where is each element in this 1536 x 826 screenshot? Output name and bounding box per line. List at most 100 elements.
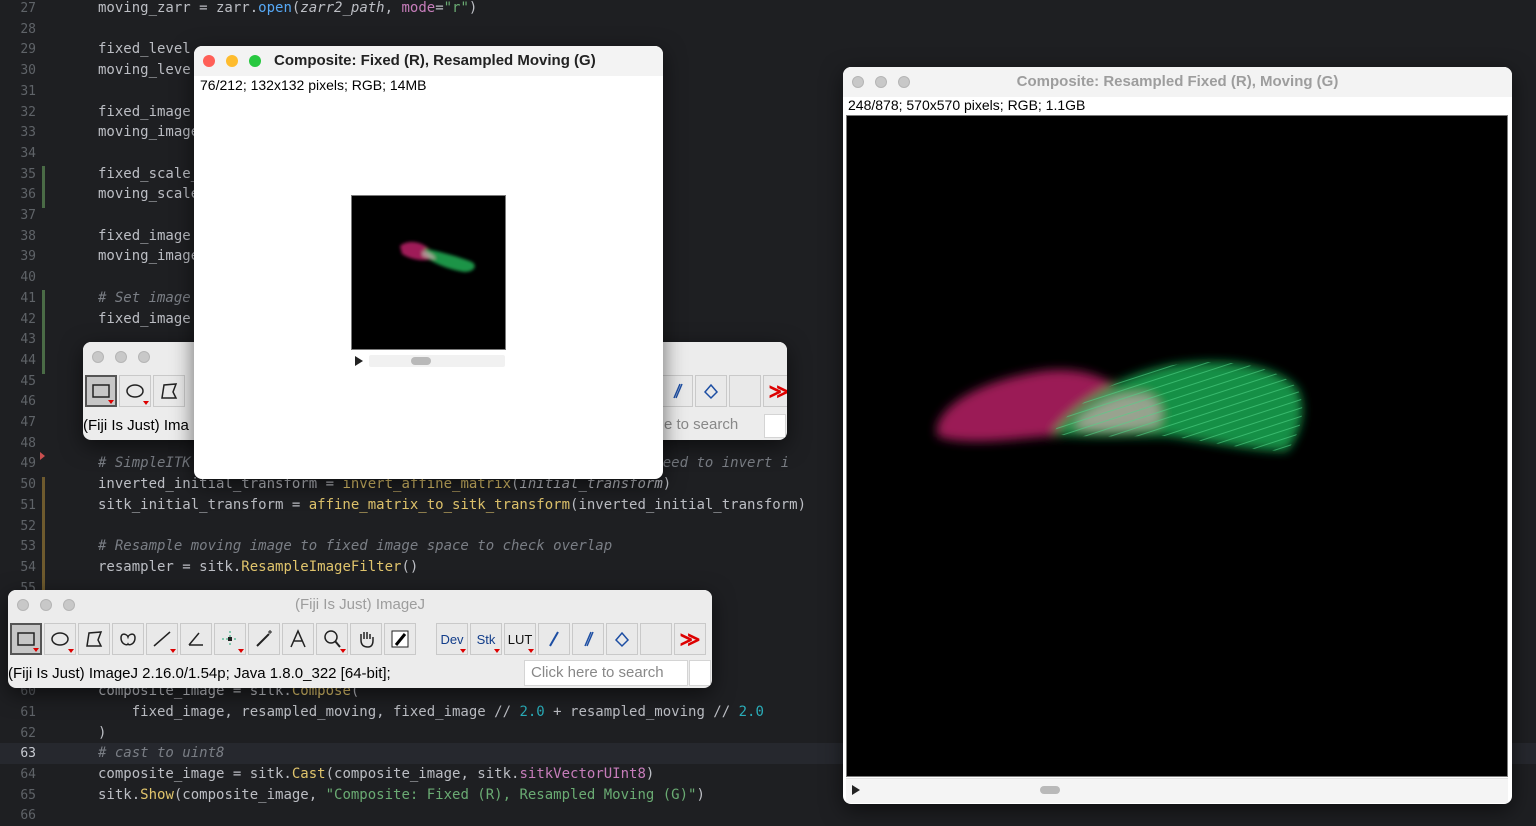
fill-tool[interactable] (695, 375, 727, 407)
code-text: ) (98, 724, 107, 741)
code-text: fixed_scale_ (98, 165, 200, 182)
window-titlebar[interactable]: Composite: Resampled Fixed (R), Moving (… (843, 67, 1512, 97)
stack-scrollbar[interactable] (351, 352, 506, 370)
scrollbar-track[interactable] (369, 355, 505, 367)
line-number: 63 (20, 746, 36, 762)
line-number: 54 (20, 559, 36, 575)
line-number: 34 (20, 145, 36, 161)
image-info: 248/878; 570x570 pixels; RGB; 1.1GB (848, 97, 1086, 113)
line-number: 61 (20, 704, 36, 720)
code-text: fixed_image (98, 227, 191, 244)
composite-large-window[interactable]: Composite: Resampled Fixed (R), Moving (… (843, 67, 1512, 804)
color-picker-tool[interactable] (384, 623, 416, 655)
play-icon[interactable] (355, 356, 363, 366)
code-text: # Set image (98, 289, 191, 306)
window-titlebar[interactable]: (Fiji Is Just) ImageJ (8, 590, 712, 620)
line-number: 27 (20, 1, 36, 16)
line-number: 28 (20, 21, 36, 37)
oval-tool[interactable] (119, 375, 151, 407)
line-number: 64 (20, 766, 36, 782)
point-tool[interactable] (214, 623, 246, 655)
window-titlebar[interactable]: Composite: Fixed (R), Resampled Moving (… (194, 46, 663, 76)
stk-menu-button[interactable]: Stk (470, 623, 502, 655)
zoom-button[interactable] (138, 351, 150, 363)
close-button[interactable] (203, 55, 215, 67)
pencil-tool[interactable] (538, 623, 570, 655)
code-line[interactable]: 27 moving_zarr = zarr.open(zarr2_path, mo… (0, 0, 1536, 19)
image-canvas[interactable] (351, 195, 506, 350)
code-text: sitk.Show(composite_image, "Composite: F… (98, 786, 705, 803)
close-button[interactable] (92, 351, 104, 363)
code-text: fixed_image (98, 103, 191, 120)
text-tool[interactable] (282, 623, 314, 655)
magnifier-icon[interactable] (316, 623, 348, 655)
empty-tool-slot[interactable] (640, 623, 672, 655)
brush-tool[interactable] (572, 623, 604, 655)
oval-tool[interactable] (44, 623, 76, 655)
line-number: 37 (20, 208, 36, 223)
image-canvas[interactable] (846, 115, 1508, 777)
hand-icon[interactable] (350, 623, 382, 655)
change-marker (42, 166, 45, 208)
code-text: # cast to uint8 (98, 745, 225, 762)
line-number: 39 (20, 249, 36, 265)
play-icon[interactable] (852, 785, 860, 795)
line-number: 45 (20, 373, 36, 389)
polygon-tool[interactable] (153, 375, 185, 407)
change-marker (42, 290, 45, 374)
angle-tool[interactable] (180, 623, 212, 655)
search-button[interactable] (689, 660, 711, 686)
line-number: 29 (20, 42, 36, 58)
line-number: 65 (20, 787, 36, 803)
code-text: moving_zarr = zarr.open(zarr2_path, mode… (98, 0, 478, 16)
line-number: 31 (20, 83, 36, 99)
composite-image (400, 242, 475, 272)
imagej-main-window[interactable]: (Fiji Is Just) ImageJ Dev Stk LUT ≫ (Fij… (8, 590, 712, 688)
composite-small-window[interactable]: Composite: Fixed (R), Resampled Moving (… (194, 46, 663, 479)
stack-scrollbar[interactable] (846, 778, 1508, 803)
search-field[interactable]: e to search (658, 414, 762, 438)
code-text: fixed_image. (98, 310, 200, 327)
line-number: 46 (20, 394, 36, 410)
code-text: fixed_image, resampled_moving, fixed_ima… (98, 703, 764, 720)
line-number: 49 (20, 456, 36, 472)
rectangle-tool[interactable] (85, 375, 117, 407)
code-line[interactable]: 28 (0, 19, 1536, 40)
more-tools-icon[interactable]: ≫ (674, 623, 706, 655)
zoom-button[interactable] (249, 55, 261, 67)
dev-menu-button[interactable]: Dev (436, 623, 468, 655)
code-text: fixed_level (98, 41, 191, 58)
search-input[interactable]: Click here to search (524, 660, 688, 686)
scrollbar-thumb[interactable] (1040, 786, 1060, 794)
image-info: 76/212; 132x132 pixels; RGB; 14MB (200, 77, 427, 93)
line-number: 40 (20, 270, 36, 286)
line-tool[interactable] (146, 623, 178, 655)
line-number: 52 (20, 518, 36, 534)
tool-row (85, 375, 187, 407)
freehand-tool[interactable] (112, 623, 144, 655)
minimize-button[interactable] (226, 55, 238, 67)
polygon-tool[interactable] (78, 623, 110, 655)
lut-menu-button[interactable]: LUT (504, 623, 536, 655)
rectangle-tool[interactable] (10, 623, 42, 655)
scrollbar-thumb[interactable] (411, 357, 431, 365)
more-tools-icon[interactable]: ≫ (763, 375, 787, 407)
line-number: 48 (20, 435, 36, 451)
line-number: 62 (20, 725, 36, 741)
fill-tool[interactable] (606, 623, 638, 655)
empty-tool-slot[interactable] (729, 375, 761, 407)
tool-row (10, 623, 418, 655)
breakpoint-arrow-icon (40, 452, 45, 460)
window-title: Composite: Resampled Fixed (R), Moving (… (1016, 73, 1339, 90)
wand-tool[interactable] (248, 623, 280, 655)
code-text: # Resample moving image to fixed image s… (98, 538, 613, 555)
line-number: 51 (20, 497, 36, 513)
line-number: 41 (20, 290, 36, 306)
line-number: 53 (20, 539, 36, 555)
tool-row-right: Dev Stk LUT ≫ (436, 623, 708, 655)
search-button[interactable] (764, 414, 786, 438)
minimize-button[interactable] (115, 351, 127, 363)
line-number: 36 (20, 187, 36, 203)
line-number: 42 (20, 311, 36, 327)
brush-tool[interactable] (661, 375, 693, 407)
